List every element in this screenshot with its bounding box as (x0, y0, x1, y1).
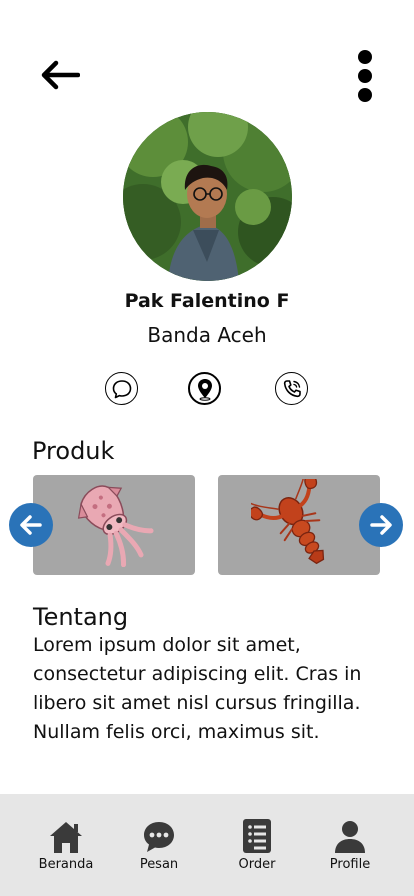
nav-item-pesan[interactable]: Pesan (119, 818, 199, 878)
arrow-left-icon (20, 515, 42, 535)
nav-item-order[interactable]: Order (217, 818, 297, 878)
carousel-next-button[interactable] (359, 503, 403, 547)
about-text: Lorem ipsum dolor sit amet, consectetur … (33, 634, 362, 743)
location-button[interactable] (188, 372, 221, 405)
message-icon (144, 822, 174, 852)
nav-label-order: Order (238, 857, 276, 872)
arrow-right-icon (370, 515, 392, 535)
profile-city: Banda Aceh (147, 323, 267, 347)
phone-icon (283, 379, 301, 397)
nav-label-profile: Profile (329, 857, 371, 872)
more-menu-button[interactable] (348, 48, 382, 104)
nav-item-beranda[interactable]: Beranda (26, 818, 106, 878)
chat-icon (112, 379, 131, 398)
bottom-nav: Beranda Pesan Order Profile (0, 794, 414, 896)
order-list-icon (243, 819, 271, 853)
profile-photo (123, 112, 292, 281)
top-bar (0, 0, 414, 110)
product-card-lobster[interactable] (218, 475, 380, 575)
produk-title: Produk (32, 437, 115, 465)
phone-button[interactable] (275, 372, 308, 405)
more-vertical-icon (358, 50, 372, 64)
profile-name: Pak Falentino F (124, 290, 290, 312)
back-button[interactable] (38, 58, 82, 92)
tentang-title: Tentang (33, 603, 129, 631)
location-pin-icon (197, 378, 212, 401)
home-icon (50, 822, 82, 853)
chat-button[interactable] (105, 372, 138, 405)
squid-icon (77, 485, 154, 567)
user-icon (335, 821, 365, 853)
lobster-icon (251, 479, 325, 565)
carousel-prev-button[interactable] (9, 503, 53, 547)
avatar (123, 112, 292, 281)
nav-label-beranda: Beranda (38, 857, 94, 872)
nav-label-pesan: Pesan (139, 857, 179, 872)
contact-actions (0, 372, 414, 406)
product-card-squid[interactable] (33, 475, 195, 575)
arrow-left-icon (41, 60, 80, 90)
nav-item-profile[interactable]: Profile (310, 818, 390, 878)
